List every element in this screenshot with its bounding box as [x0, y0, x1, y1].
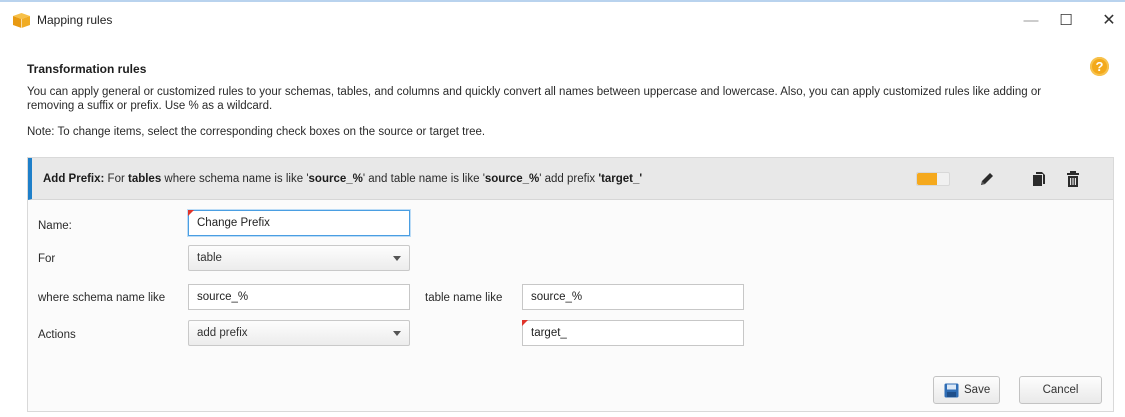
rule-prefix-value: 'target_': [598, 173, 643, 185]
for-label: For: [38, 253, 56, 265]
floppy-disk-icon: [944, 383, 959, 398]
table-name-input[interactable]: [522, 284, 744, 310]
save-button-label: Save: [964, 384, 991, 396]
section-description: You can apply general or customized rule…: [27, 86, 1042, 112]
schema-name-label: where schema name like: [38, 292, 166, 304]
for-select-value: table: [197, 252, 222, 264]
copy-icon[interactable]: [1030, 170, 1048, 188]
pencil-icon[interactable]: [978, 170, 996, 188]
section-note: Note: To change items, select the corres…: [27, 126, 486, 138]
rule-action-text: ' add prefix: [539, 173, 599, 185]
chevron-down-icon: [393, 256, 401, 261]
window-title: Mapping rules: [37, 13, 113, 27]
table-name-label: table name like: [425, 292, 503, 304]
rule-schema-text: where schema name is like ': [161, 173, 309, 185]
name-label: Name:: [38, 220, 72, 232]
schema-name-input[interactable]: [188, 284, 410, 310]
rule-table-text: ' and table name is like ': [362, 173, 485, 185]
save-button[interactable]: Save: [933, 376, 1000, 404]
rule-summary: Add Prefix: For tables where schema name…: [43, 173, 642, 185]
minimize-button[interactable]: —: [1016, 10, 1046, 32]
name-input[interactable]: [188, 210, 410, 236]
prefix-input[interactable]: [522, 320, 744, 346]
rule-panel: Add Prefix: For tables where schema name…: [27, 157, 1114, 412]
help-icon[interactable]: ?: [1090, 57, 1109, 76]
rule-type-label: Add Prefix:: [43, 173, 105, 185]
toggle-knob: [917, 173, 937, 185]
rule-enable-toggle[interactable]: [916, 172, 950, 186]
actions-select[interactable]: add prefix: [188, 320, 410, 346]
required-marker: [522, 320, 528, 326]
close-button[interactable]: ✕: [1094, 10, 1124, 32]
rule-object: tables: [127, 173, 162, 185]
rule-table-value: source_%: [484, 173, 540, 185]
title-bar: Mapping rules — ☐ ✕: [0, 2, 1125, 38]
actions-select-value: add prefix: [197, 327, 248, 339]
actions-label: Actions: [38, 329, 76, 341]
trash-icon[interactable]: [1064, 170, 1082, 188]
required-marker: [188, 210, 194, 216]
rule-for-text: For: [104, 173, 128, 185]
rule-header[interactable]: Add Prefix: For tables where schema name…: [28, 158, 1113, 200]
cancel-button-label: Cancel: [1042, 384, 1079, 396]
cancel-button[interactable]: Cancel: [1019, 376, 1102, 404]
rule-schema-value: source_%: [308, 173, 363, 185]
app-box-icon: [13, 13, 30, 28]
maximize-button[interactable]: ☐: [1051, 10, 1081, 32]
section-title: Transformation rules: [27, 62, 147, 76]
for-select[interactable]: table: [188, 245, 410, 271]
chevron-down-icon: [393, 331, 401, 336]
